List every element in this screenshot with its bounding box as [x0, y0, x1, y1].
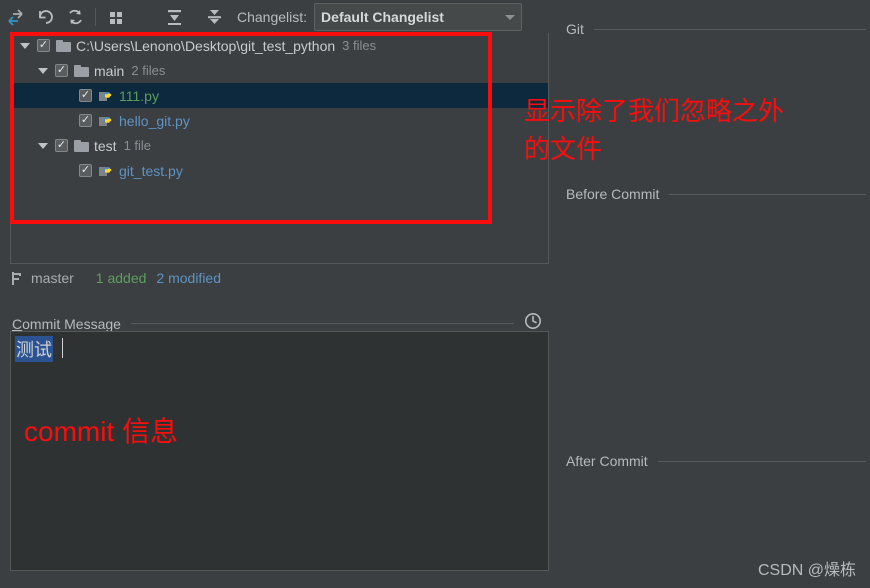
- collapse-all-icon[interactable]: [199, 4, 229, 30]
- changed-files-tree[interactable]: ✓ C:\Users\Lenono\Desktop\git_test_python…: [10, 33, 549, 264]
- commit-changes-dialog: Changelist: Default Changelist ✓ C:\Users…: [0, 0, 870, 588]
- tree-row-count: 1 file: [123, 138, 152, 153]
- chevron-down-icon: [505, 14, 516, 20]
- file-checkbox[interactable]: ✓: [79, 114, 92, 127]
- group-by-icon[interactable]: [101, 4, 131, 30]
- current-branch: master: [31, 270, 74, 286]
- git-section-header: Git: [566, 21, 866, 37]
- text-caret: [62, 338, 63, 358]
- tree-row-label: git_test.py: [119, 162, 183, 179]
- tree-row[interactable]: ✓ hello_git.py: [11, 108, 548, 133]
- git-branch-icon: [10, 271, 24, 286]
- tree-row-label: test: [94, 137, 117, 154]
- before-commit-section-header: Before Commit: [566, 186, 866, 202]
- file-checkbox[interactable]: ✓: [79, 89, 92, 102]
- tree-row-label: 111.py: [119, 87, 159, 104]
- commit-options-panel: Git Author: Amend commit Sign-off commit…: [560, 0, 870, 588]
- after-commit-title: After Commit: [566, 453, 648, 469]
- divider: [657, 460, 866, 462]
- file-checkbox[interactable]: ✓: [55, 139, 68, 152]
- git-section-title: Git: [566, 21, 584, 37]
- tree-row-label: C:\Users\Lenono\Desktop\git_test_python: [76, 37, 336, 54]
- added-count: 1 added: [95, 270, 147, 286]
- vcs-toolbar: Changelist: Default Changelist: [0, 0, 560, 34]
- expand-triangle-icon[interactable]: [35, 142, 51, 149]
- divider: [669, 193, 866, 195]
- before-commit-title: Before Commit: [566, 186, 660, 202]
- tree-row[interactable]: ✓ main 2 files: [11, 58, 548, 83]
- commit-message-value: 测试: [15, 336, 53, 362]
- expand-triangle-icon[interactable]: [17, 42, 33, 49]
- tree-row[interactable]: ✓ 111.py: [11, 83, 548, 108]
- divider: [130, 323, 514, 324]
- python-file-icon: [98, 163, 114, 179]
- folder-icon: [56, 39, 71, 52]
- expand-all-icon[interactable]: [159, 4, 189, 30]
- tree-row-label: hello_git.py: [119, 112, 190, 129]
- tree-row-count: 2 files: [131, 63, 166, 78]
- divider: [593, 28, 866, 30]
- file-checkbox[interactable]: ✓: [79, 164, 92, 177]
- changelist-value: Default Changelist: [321, 9, 444, 25]
- tree-row-label: main: [94, 62, 125, 79]
- changelist-dropdown[interactable]: Default Changelist: [314, 3, 523, 31]
- python-file-icon: [98, 113, 114, 129]
- tree-row[interactable]: ✓ git_test.py: [11, 158, 548, 183]
- tree-row[interactable]: ✓ C:\Users\Lenono\Desktop\git_test_python…: [11, 33, 548, 58]
- folder-icon: [74, 139, 89, 152]
- tree-row[interactable]: ✓ test 1 file: [11, 133, 548, 158]
- expand-triangle-icon[interactable]: [35, 67, 51, 74]
- after-commit-section-header: After Commit: [566, 453, 866, 469]
- tree-row-count: 3 files: [342, 38, 377, 53]
- commit-message-input[interactable]: 测试: [10, 331, 549, 571]
- refresh-icon[interactable]: [60, 4, 90, 30]
- rollback-icon[interactable]: [30, 4, 60, 30]
- watermark: CSDN @燥栋: [757, 562, 856, 579]
- file-checkbox[interactable]: ✓: [55, 64, 68, 77]
- file-checkbox[interactable]: ✓: [37, 39, 50, 52]
- changelist-label: Changelist:: [237, 9, 308, 25]
- toolbar-divider: [95, 8, 96, 26]
- show-diff-icon[interactable]: [0, 4, 30, 30]
- folder-icon: [74, 64, 89, 77]
- commit-message-title: Commit Message: [12, 315, 121, 332]
- python-file-icon: [98, 88, 114, 104]
- modified-count: 2 modified: [156, 270, 221, 286]
- branch-status-line: master 1 added 2 modified: [10, 270, 221, 286]
